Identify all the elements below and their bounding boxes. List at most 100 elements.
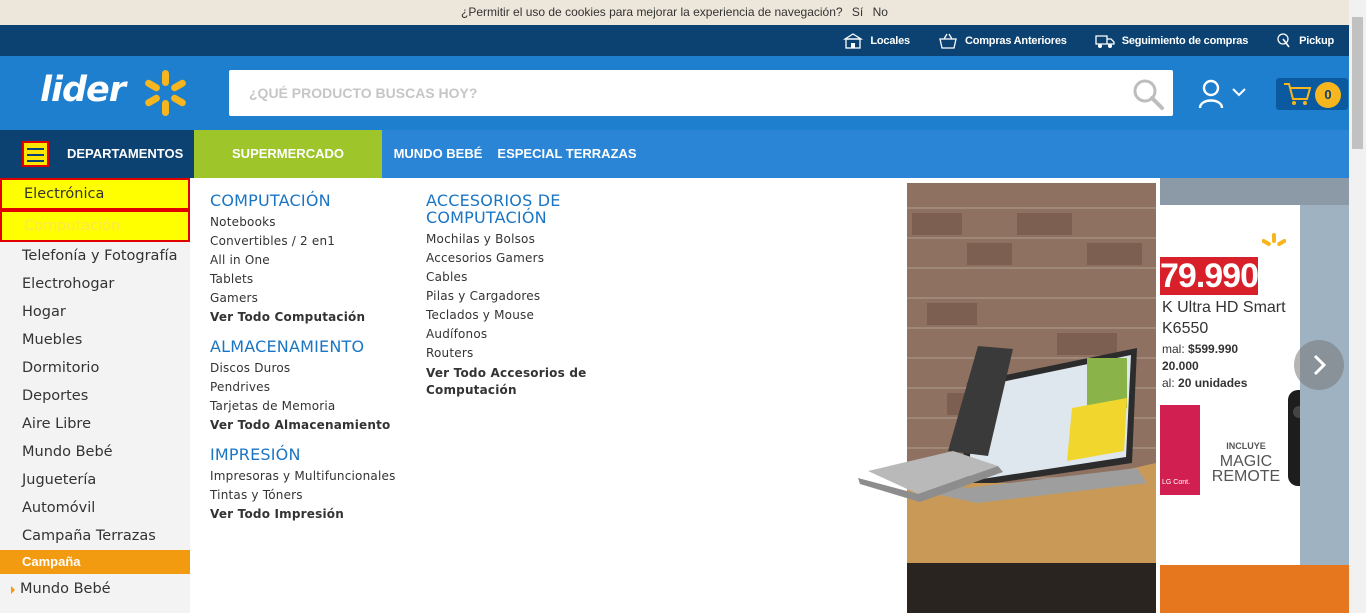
- hero-price: 79.990: [1160, 257, 1259, 295]
- locales-link[interactable]: Locales: [843, 32, 910, 49]
- seguimiento-link[interactable]: Seguimiento de compras: [1095, 33, 1248, 49]
- sidebar-item-computacion[interactable]: Computación: [0, 210, 190, 242]
- sidebar-item-jugueteria[interactable]: Juguetería: [0, 466, 190, 494]
- pickup-label: Pickup: [1299, 34, 1334, 47]
- search-input[interactable]: [229, 70, 1109, 116]
- link-notebooks[interactable]: Notebooks: [210, 213, 410, 232]
- compras-anteriores-link[interactable]: Compras Anteriores: [938, 33, 1067, 49]
- top-navigation: Locales Compras Anteriores Seguimiento d…: [0, 25, 1349, 56]
- category-bar: DEPARTAMENTOS SUPERMERCADO MUNDO BEBÉ ES…: [0, 130, 1349, 178]
- hero-badge: INCLUYE MAGIC REMOTE: [1206, 437, 1286, 485]
- carousel-next-button[interactable]: [1294, 340, 1344, 390]
- cookie-accept-link[interactable]: Sí: [852, 5, 863, 19]
- heading-almacenamiento[interactable]: ALMACENAMIENTO: [210, 338, 410, 355]
- heading-accesorios[interactable]: ACCESORIOS DE COMPUTACIÓN: [426, 192, 626, 226]
- tab-mundo-bebe[interactable]: MUNDO BEBÉ: [382, 130, 494, 178]
- tab-supermercado[interactable]: SUPERMERCADO: [194, 130, 382, 178]
- link-ver-todo-computacion[interactable]: Ver Todo Computación: [210, 308, 410, 327]
- hero-normal-price: $599.990: [1188, 342, 1239, 356]
- spark-icon: [1262, 233, 1286, 246]
- sidebar-item-hogar[interactable]: Hogar: [0, 298, 190, 326]
- cart-icon: [1284, 83, 1312, 105]
- cookie-bar: ¿Permitir el uso de cookies para mejorar…: [0, 0, 1349, 25]
- sidebar-item-campana-terrazas[interactable]: Campaña Terrazas: [0, 522, 190, 550]
- departments-button[interactable]: DEPARTAMENTOS: [0, 130, 194, 178]
- link-ver-todo-impresion[interactable]: Ver Todo Impresión: [210, 505, 410, 524]
- sidebar-item-aire-libre[interactable]: Aire Libre: [0, 410, 190, 438]
- hero-tv-panel: 79.990 K Ultra HD Smart K6550 mal: $599.9…: [1160, 205, 1310, 565]
- column-accesorios: ACCESORIOS DE COMPUTACIÓN Mochilas y Bols…: [426, 192, 626, 399]
- page-scrollbar[interactable]: [1349, 0, 1366, 613]
- link-mochilas[interactable]: Mochilas y Bolsos: [426, 230, 626, 249]
- account-menu[interactable]: [1198, 78, 1250, 110]
- pickup-link[interactable]: Pickup: [1276, 32, 1334, 49]
- cart-count-badge: 0: [1315, 82, 1341, 108]
- link-convertibles[interactable]: Convertibles / 2 en1: [210, 232, 410, 251]
- hamburger-icon: [22, 141, 49, 167]
- ver-todo-accesorios-line2: Computación: [426, 383, 517, 397]
- hero-details: mal: $599.990 20.000 al: 20 unidades: [1162, 341, 1247, 392]
- heading-impresion[interactable]: IMPRESIÓN: [210, 446, 410, 463]
- cookie-message: ¿Permitir el uso de cookies para mejorar…: [461, 5, 843, 19]
- hero-stock-label: al:: [1162, 376, 1175, 390]
- sidebar-subitem-mundo-bebe[interactable]: Mundo Bebé: [0, 578, 190, 600]
- sidebar-item-automovil[interactable]: Automóvil: [0, 494, 190, 522]
- sidebar-item-electrohogar[interactable]: Electrohogar: [0, 270, 190, 298]
- link-routers[interactable]: Routers: [426, 344, 626, 363]
- cookie-decline-link[interactable]: No: [873, 5, 888, 19]
- link-pendrives[interactable]: Pendrives: [210, 378, 410, 397]
- heading-accesorios-line2: COMPUTACIÓN: [426, 208, 547, 227]
- hero-normal-label: mal:: [1162, 342, 1185, 356]
- heading-computacion[interactable]: COMPUTACIÓN: [210, 192, 410, 209]
- link-tablets[interactable]: Tablets: [210, 270, 410, 289]
- link-tintas[interactable]: Tintas y Tóners: [210, 486, 410, 505]
- logo-wordmark: lider: [40, 70, 126, 110]
- hero-title: K Ultra HD Smart K6550: [1162, 297, 1286, 339]
- sidebar-section-campana: Campaña: [0, 550, 190, 574]
- link-tarjetas-memoria[interactable]: Tarjetas de Memoria: [210, 397, 410, 416]
- link-cables[interactable]: Cables: [426, 268, 626, 287]
- user-icon: [1198, 79, 1224, 109]
- spark-icon: [145, 70, 186, 116]
- laptop-image: [858, 346, 1013, 502]
- sidebar-item-dormitorio[interactable]: Dormitorio: [0, 354, 190, 382]
- link-accesorios-gamers[interactable]: Accesorios Gamers: [426, 249, 626, 268]
- scrollbar-thumb[interactable]: [1352, 17, 1363, 149]
- cart-button[interactable]: 0: [1276, 78, 1348, 110]
- hero-badge-line3: REMOTE: [1211, 468, 1281, 485]
- link-gamers[interactable]: Gamers: [210, 289, 410, 308]
- link-teclados[interactable]: Teclados y Mouse: [426, 306, 626, 325]
- column-almacenamiento: ALMACENAMIENTO Discos Duros Pendrives Ta…: [210, 338, 410, 435]
- locales-label: Locales: [870, 34, 910, 47]
- sidebar-item-mundo-bebe[interactable]: Mundo Bebé: [0, 438, 190, 466]
- hero-brand: LG Cont.: [1162, 479, 1191, 486]
- sidebar-item-electronica[interactable]: Electrónica: [0, 178, 190, 210]
- search-icon[interactable]: [1131, 77, 1165, 111]
- link-pilas[interactable]: Pilas y Cargadores: [426, 287, 626, 306]
- compras-anteriores-label: Compras Anteriores: [964, 34, 1067, 47]
- hero-banner[interactable]: 79.990 K Ultra HD Smart K6550 mal: $599.9…: [1160, 178, 1349, 613]
- chevron-down-icon: [1232, 88, 1246, 97]
- sidebar-item-deportes[interactable]: Deportes: [0, 382, 190, 410]
- link-all-in-one[interactable]: All in One: [210, 251, 410, 270]
- sidebar-item-muebles[interactable]: Muebles: [0, 326, 190, 354]
- link-impresoras[interactable]: Impresoras y Multifuncionales: [210, 467, 410, 486]
- ver-todo-accesorios-line1: Ver Todo Accesorios de: [426, 366, 587, 380]
- column-impresion: IMPRESIÓN Impresoras y Multifuncionales …: [210, 446, 410, 524]
- link-discos-duros[interactable]: Discos Duros: [210, 359, 410, 378]
- pickup-icon: [1277, 32, 1290, 47]
- departments-label: DEPARTAMENTOS: [67, 146, 184, 161]
- store-icon: [843, 32, 864, 49]
- seguimiento-label: Seguimiento de compras: [1121, 34, 1249, 47]
- lider-logo[interactable]: lider: [40, 68, 200, 118]
- sidebar-item-telefonia[interactable]: Telefonía y Fotografía: [0, 242, 190, 270]
- link-audifonos[interactable]: Audífonos: [426, 325, 626, 344]
- link-ver-todo-almacenamiento[interactable]: Ver Todo Almacenamiento: [210, 416, 410, 435]
- search-box: [229, 70, 1173, 116]
- hero-badge-line1: INCLUYE: [1226, 441, 1266, 451]
- hero-title-line1: K Ultra HD Smart: [1162, 299, 1286, 316]
- link-ver-todo-accesorios[interactable]: Ver Todo Accesorios de Computación: [426, 365, 626, 399]
- hero-line3: 20.000: [1162, 359, 1199, 373]
- tab-especial-terrazas[interactable]: ESPECIAL TERRAZAS: [494, 130, 640, 178]
- chevron-right-icon: [1313, 354, 1327, 376]
